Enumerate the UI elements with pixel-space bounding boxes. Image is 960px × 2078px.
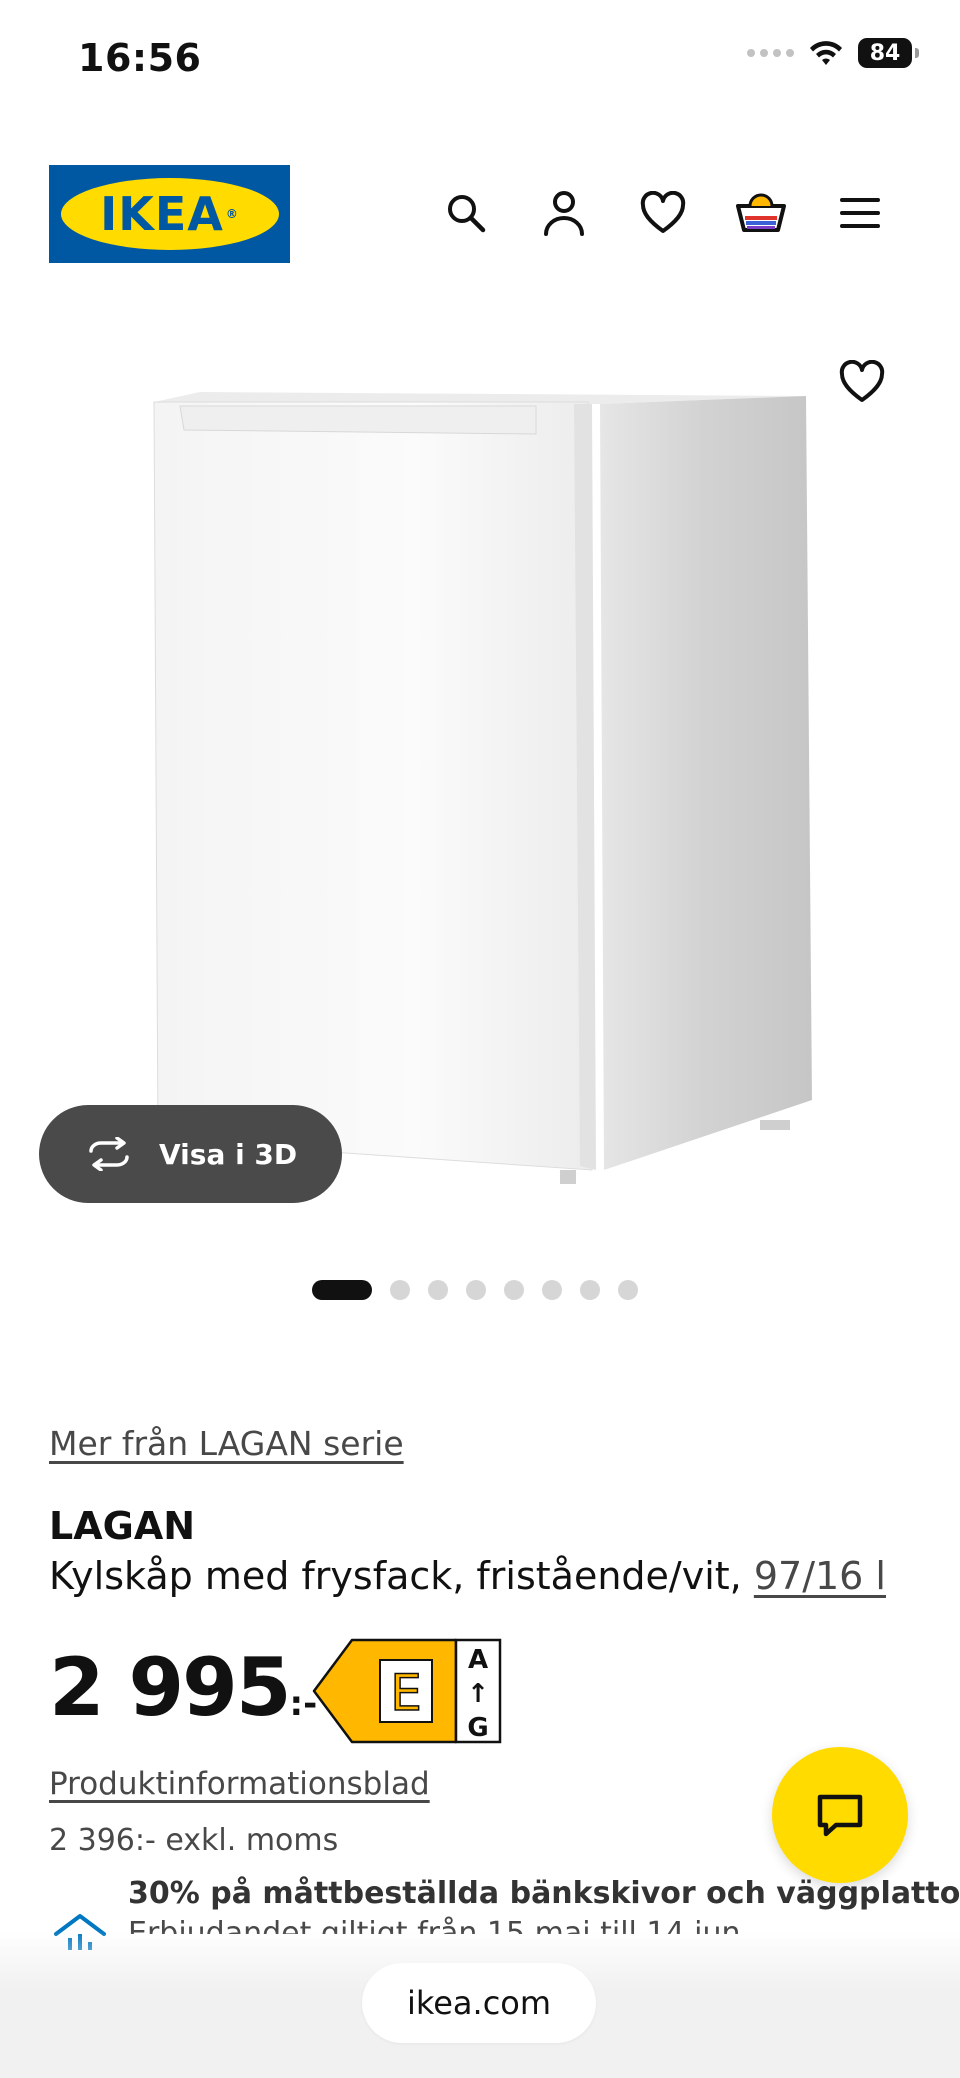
chat-button[interactable] (772, 1747, 908, 1883)
status-time: 16:56 (78, 36, 202, 80)
product-info-sheet-link[interactable]: Produktinformationsblad (49, 1766, 430, 1802)
product-description: Kylskåp med frysfack, fristående/vit, 97… (49, 1554, 886, 1598)
battery-level: 84 (869, 40, 901, 66)
carousel-dot[interactable] (618, 1280, 638, 1300)
carousel-dot[interactable] (580, 1280, 600, 1300)
account-icon[interactable] (536, 185, 592, 241)
energy-class: E (390, 1664, 422, 1722)
view-in-3d-button[interactable]: Visa i 3D (39, 1105, 342, 1203)
volume-link[interactable]: 97/16 l (754, 1554, 886, 1598)
battery-indicator: 84 (858, 38, 919, 68)
energy-scale-bottom: G (467, 1713, 488, 1743)
logo-text: IKEA (100, 187, 224, 241)
energy-scale-arrow: ↑ (467, 1679, 489, 1709)
cellular-signal-icon (747, 49, 794, 57)
carousel-dot[interactable] (542, 1280, 562, 1300)
add-to-favorites-button[interactable] (830, 350, 894, 414)
logo-registered-mark: ® (225, 207, 239, 221)
product-description-text: Kylskåp med frysfack, fristående/vit, (49, 1554, 754, 1598)
logo-oval: IKEA ® (60, 178, 279, 250)
energy-label[interactable]: E A ↑ G (312, 1638, 502, 1744)
price-excl-vat: 2 396:- exkl. moms (49, 1823, 339, 1858)
energy-scale-top: A (468, 1645, 488, 1675)
carousel-dot[interactable] (390, 1280, 410, 1300)
heart-icon[interactable] (635, 185, 691, 241)
chat-icon (817, 1794, 863, 1837)
browser-url-bar[interactable]: ikea.com (362, 1963, 596, 2043)
carousel-dot[interactable] (504, 1280, 524, 1300)
basket-icon[interactable] (733, 185, 789, 241)
price-amount: 2 995 (49, 1641, 292, 1734)
image-carousel-indicator[interactable] (312, 1280, 638, 1300)
series-link[interactable]: Mer från LAGAN serie (49, 1424, 404, 1463)
product-image[interactable] (140, 380, 820, 1200)
wifi-icon (810, 41, 842, 65)
carousel-dot[interactable] (428, 1280, 448, 1300)
carousel-dot[interactable] (466, 1280, 486, 1300)
browser-url: ikea.com (406, 1984, 552, 2022)
ikea-logo[interactable]: IKEA ® (49, 165, 290, 263)
product-price: 2 995:- (49, 1648, 317, 1728)
view-in-3d-label: Visa i 3D (159, 1137, 298, 1171)
heart-icon (839, 360, 885, 402)
menu-icon[interactable] (832, 185, 888, 241)
rotate-3d-icon (89, 1137, 129, 1171)
search-icon[interactable] (438, 185, 494, 241)
product-name: LAGAN (49, 1504, 196, 1548)
status-icons: 84 (747, 38, 919, 68)
carousel-dot[interactable] (312, 1280, 372, 1300)
